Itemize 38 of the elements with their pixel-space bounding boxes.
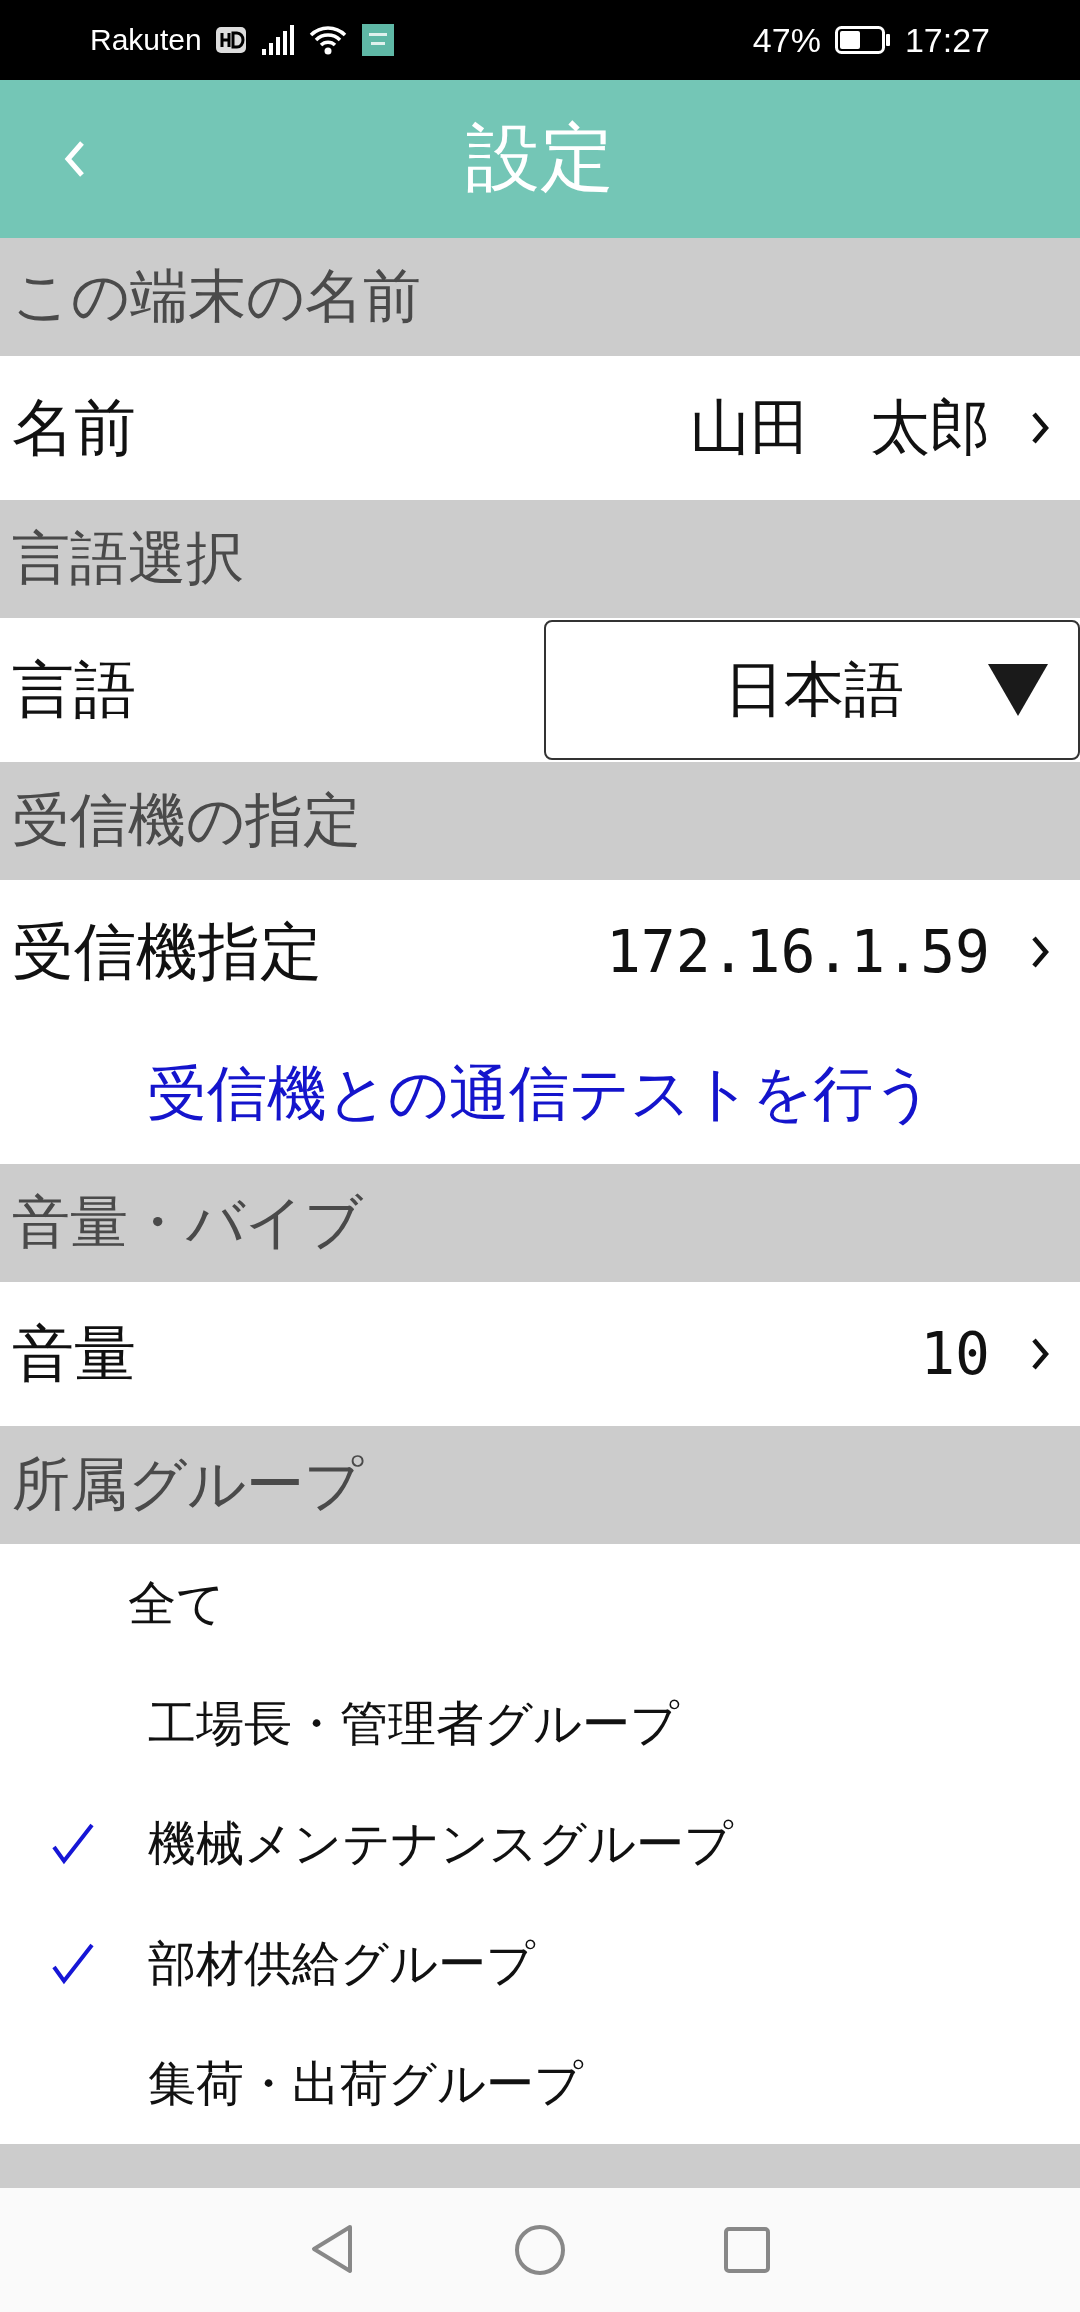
row-label: 名前 [12, 390, 137, 466]
group-item[interactable]: 全て [0, 1544, 1080, 1664]
section-title: この端末の名前 [12, 261, 421, 332]
signal-icon [259, 23, 294, 57]
screen-title: 設定 [466, 113, 614, 202]
section-title: 所属グループ [12, 1449, 363, 1520]
settings-row[interactable]: 受信機指定 172.16.1.59 [0, 880, 1080, 1024]
section-title: 受信機の指定 [12, 785, 361, 856]
hd-icon [215, 27, 246, 53]
row-label: 受信機指定 [12, 914, 323, 990]
row-value: 10 [920, 1320, 990, 1388]
section-title: 言語選択 [12, 523, 244, 594]
group-item[interactable]: 機械メンテナンスグループ [0, 1784, 1080, 1904]
circle-icon [514, 2224, 566, 2276]
row-label: 音量 [12, 1316, 137, 1392]
wifi-icon [307, 23, 348, 57]
language-dropdown[interactable]: 日本語 [544, 620, 1080, 760]
row-label: 言語 [12, 652, 137, 728]
chevron-icon [1030, 934, 1050, 970]
settings-row[interactable]: 音量 10 [0, 1282, 1080, 1426]
dropdown-arrow-icon [988, 664, 1048, 716]
chevron-icon [1030, 1336, 1050, 1372]
row-value: 172.16.1.59 [605, 918, 990, 986]
back-icon [64, 139, 86, 179]
group-item[interactable]: 工場長・管理者グループ [0, 1664, 1080, 1784]
carrier-name: Rakuten [90, 23, 202, 57]
battery-percent: 47% [752, 20, 821, 60]
checkmark-icon [50, 1821, 96, 1867]
checkmark-icon [50, 1941, 96, 1987]
section-title: 音量・バイブ [12, 1187, 363, 1258]
settings-row[interactable]: 名前 山田 太郎 [0, 356, 1080, 500]
square-icon [724, 2227, 770, 2273]
group-item[interactable]: 部材供給グループ [0, 1904, 1080, 2024]
chevron-icon [1030, 410, 1050, 446]
battery-icon [834, 26, 891, 54]
row-value: 山田 太郎 [690, 390, 990, 464]
clock: 17:27 [904, 20, 990, 60]
group-item[interactable]: 集荷・出荷グループ [0, 2024, 1080, 2144]
